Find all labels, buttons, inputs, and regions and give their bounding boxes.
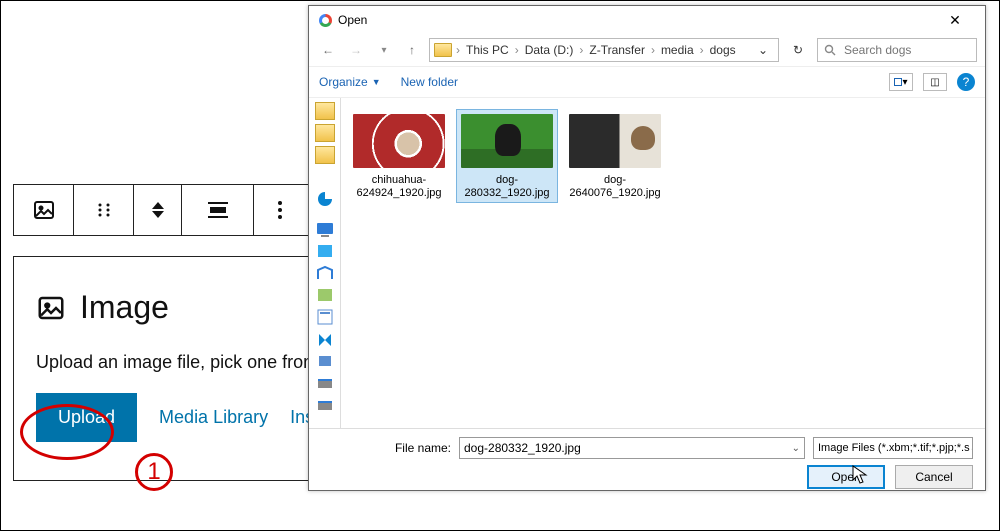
view-mode-button[interactable]: ▾: [889, 73, 913, 91]
file-item[interactable]: chihuahua-624924_1920.jpg: [349, 110, 449, 202]
breadcrumb-dropdown-icon[interactable]: ⌄: [752, 43, 774, 57]
crumb-this-pc[interactable]: This PC: [464, 43, 511, 57]
help-icon[interactable]: ?: [957, 73, 975, 91]
image-icon: [36, 293, 66, 323]
filename-label: File name:: [321, 441, 451, 455]
file-item[interactable]: dog-2640076_1920.jpg: [565, 110, 665, 202]
up-button[interactable]: ↑: [401, 39, 423, 61]
chrome-icon: [319, 14, 332, 27]
dialog-titlebar: Open ✕: [309, 6, 985, 34]
more-options-icon[interactable]: [254, 185, 306, 235]
file-name: chihuahua-624924_1920.jpg: [351, 174, 447, 200]
address-bar: ← → ▾ ↑ › This PC› Data (D:)› Z-Transfer…: [309, 34, 985, 66]
search-icon: [824, 44, 836, 56]
recent-dropdown-icon[interactable]: ▾: [373, 39, 395, 61]
refresh-button[interactable]: ↻: [785, 38, 811, 62]
folder-icon: [434, 43, 452, 57]
crumb-ztransfer[interactable]: Z-Transfer: [587, 43, 647, 57]
alignment-icon[interactable]: [182, 185, 254, 235]
breadcrumb[interactable]: › This PC› Data (D:)› Z-Transfer› media›…: [429, 38, 779, 62]
chevron-down-icon[interactable]: ⌄: [792, 443, 800, 454]
search-field[interactable]: [842, 42, 970, 58]
filter-text: Image Files (*.xbm;*.tif;*.pjp;*.s: [818, 442, 970, 454]
back-button[interactable]: ←: [317, 39, 339, 61]
file-name: dog-2640076_1920.jpg: [567, 174, 663, 200]
toolbar: Organize ▼ New folder ▾ ◫ ?: [309, 66, 985, 98]
new-folder-button[interactable]: New folder: [401, 75, 458, 89]
block-title-text: Image: [80, 289, 169, 326]
thumbnail: [461, 114, 553, 168]
filename-input[interactable]: dog-280332_1920.jpg ⌄: [459, 437, 805, 459]
cancel-button[interactable]: Cancel: [895, 465, 973, 489]
dialog-title: Open: [338, 13, 367, 27]
search-input[interactable]: [817, 38, 977, 62]
navigation-pane[interactable]: [309, 98, 341, 428]
drag-handle-icon[interactable]: [74, 185, 134, 235]
file-item[interactable]: dog-280332_1920.jpg: [457, 110, 557, 202]
close-icon[interactable]: ✕: [935, 8, 975, 32]
filename-value: dog-280332_1920.jpg: [464, 441, 581, 455]
file-name: dog-280332_1920.jpg: [459, 174, 555, 200]
thumbnail: [569, 114, 661, 168]
thumbnail: [353, 114, 445, 168]
dialog-footer: File name: dog-280332_1920.jpg ⌄ Image F…: [309, 428, 985, 499]
move-arrows[interactable]: [134, 185, 182, 235]
file-open-dialog: Open ✕ ← → ▾ ↑ › This PC› Data (D:)› Z-T…: [308, 5, 986, 491]
chevron-down-icon[interactable]: ⌄: [970, 443, 973, 454]
media-library-link[interactable]: Media Library: [159, 407, 268, 428]
organize-menu[interactable]: Organize ▼: [319, 75, 381, 89]
preview-pane-button[interactable]: ◫: [923, 73, 947, 91]
dialog-body: chihuahua-624924_1920.jpg dog-280332_192…: [309, 98, 985, 428]
open-button[interactable]: Open: [807, 465, 885, 489]
file-list: chihuahua-624924_1920.jpg dog-280332_192…: [341, 98, 985, 428]
chevron-down-icon: ▼: [372, 77, 381, 87]
forward-button[interactable]: →: [345, 39, 367, 61]
upload-button[interactable]: Upload: [36, 393, 137, 442]
crumb-dogs[interactable]: dogs: [708, 43, 738, 57]
crumb-data-d[interactable]: Data (D:): [523, 43, 576, 57]
file-type-filter[interactable]: Image Files (*.xbm;*.tif;*.pjp;*.s ⌄: [813, 437, 973, 459]
crumb-media[interactable]: media: [659, 43, 696, 57]
block-type-icon[interactable]: [14, 185, 74, 235]
